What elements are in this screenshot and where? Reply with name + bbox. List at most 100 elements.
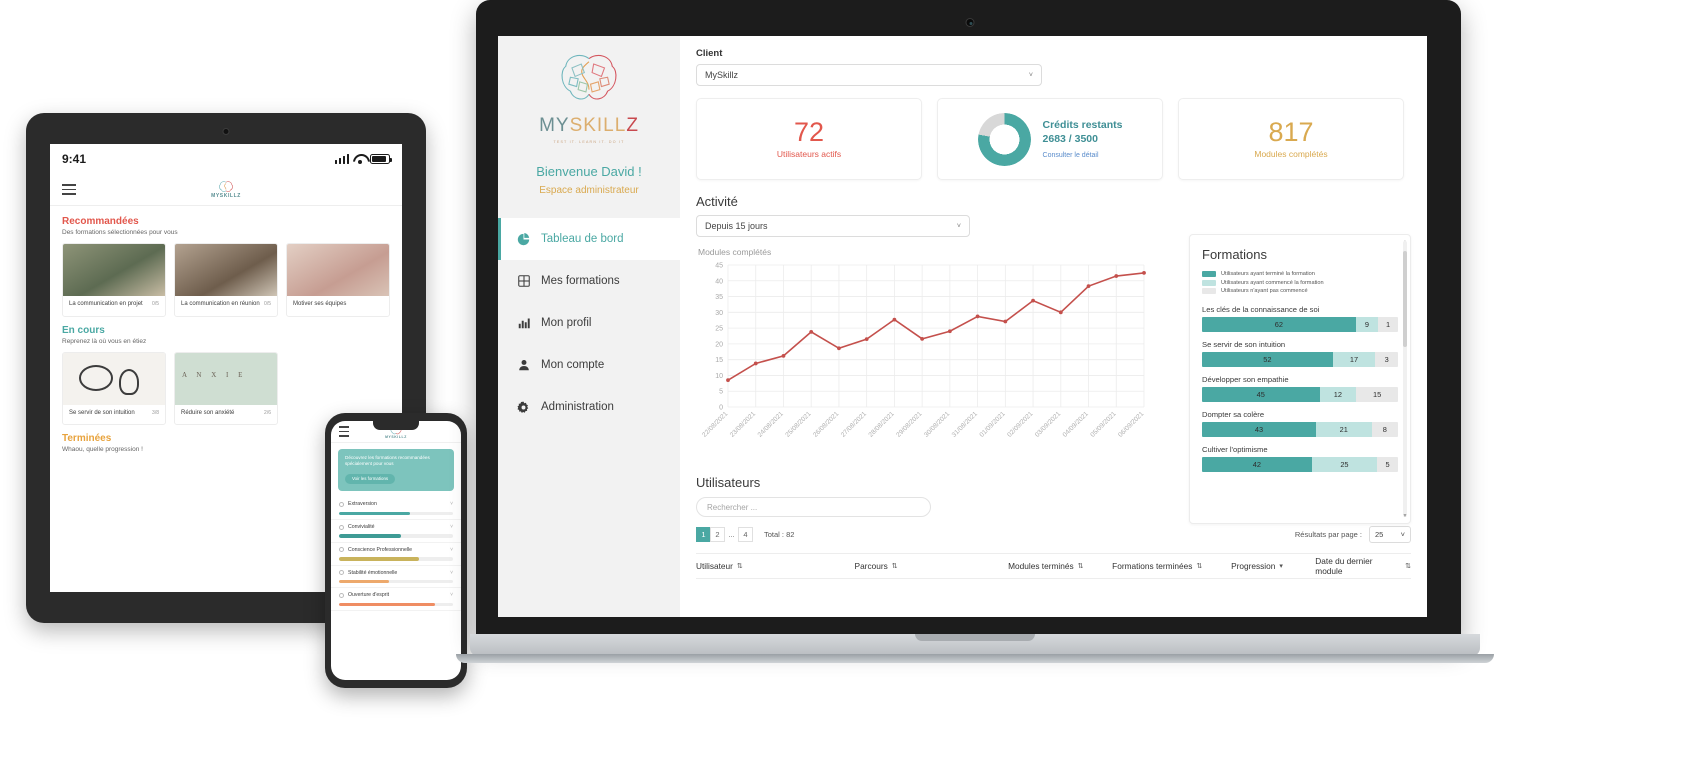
column-header-progression[interactable]: Progression ▾ [1231, 561, 1315, 571]
sort-icon: ⇅ [1196, 563, 1203, 570]
course-progress: 2/6 [264, 409, 271, 416]
course-thumbnail [63, 352, 165, 405]
course-name: Se servir de son intuition [69, 409, 135, 416]
sidebar-item-label: Mon compte [541, 359, 605, 371]
trait-label: Ouverture d'esprit [348, 592, 390, 599]
svg-text:25/08/2021: 25/08/2021 [784, 410, 813, 439]
chevron-down-icon[interactable]: ˅ [450, 524, 453, 530]
segment-finished: 62 [1202, 317, 1356, 332]
sidebar-logo: MYSKILLZ TEST IT. LEARN IT. DO IT [498, 36, 680, 150]
sidebar-item-mon-profil[interactable]: Mon profil [498, 302, 680, 344]
legend-item: Utilisateurs ayant terminé la formation [1202, 271, 1398, 277]
svg-text:28/08/2021: 28/08/2021 [868, 410, 897, 439]
total-count-label: Total : 82 [764, 530, 795, 539]
svg-text:30: 30 [715, 310, 723, 317]
column-header-date-dernier-module[interactable]: Date du dernier module ⇅ [1315, 556, 1411, 576]
sidebar-item-administration[interactable]: Administration [498, 386, 680, 428]
banner-text: Découvrez les formations recommandées sp… [345, 455, 430, 467]
course-meta: La communication en réunion 0/5 [175, 296, 277, 316]
trait-row[interactable]: Stabilité émotionnelle ˅ [331, 566, 461, 589]
course-card[interactable]: Réduire son anxiété 2/6 [174, 351, 278, 425]
trait-row[interactable]: Conscience Professionnelle ˅ [331, 543, 461, 566]
sidebar-item-label: Mes formations [541, 275, 620, 287]
svg-text:29/08/2021: 29/08/2021 [895, 410, 924, 439]
legend-item: Utilisateurs n'ayant pas commencé [1202, 288, 1398, 294]
course-progress: 0/5 [152, 301, 159, 307]
activity-heading: Activité [696, 194, 738, 209]
brand-wordmark: MYSKILLZ [539, 115, 639, 136]
svg-text:02/09/2021: 02/09/2021 [1006, 410, 1035, 439]
phone-screen: MYSKILLZ Découvrez les formations recomm… [331, 421, 461, 680]
welcome-message: Bienvenue David ! [536, 164, 642, 179]
formation-name: Dompter sa colère [1202, 410, 1265, 419]
scroll-down-icon[interactable]: ▼ [1403, 513, 1408, 519]
segment-started: 21 [1315, 422, 1372, 437]
column-header-formations-terminees[interactable]: Formations terminées ⇅ [1112, 561, 1231, 571]
trait-row[interactable]: Ouverture d'esprit ˅ [331, 588, 461, 612]
phone-device: MYSKILLZ Découvrez les formations recomm… [325, 413, 467, 688]
chevron-down-icon[interactable]: ˅ [450, 547, 453, 553]
segment-finished: 45 [1202, 387, 1320, 402]
battery-icon [370, 154, 392, 164]
column-label: Progression [1231, 561, 1276, 571]
legend-label: Utilisateurs n'ayant pas commencé [1221, 288, 1308, 294]
sidebar-item-mes-formations[interactable]: Mes formations [498, 260, 680, 302]
trait-row[interactable]: Extraversion ˅ [331, 497, 461, 521]
formation-row: Se servir de son intuition 52 17 3 [1202, 340, 1398, 367]
trait-dot-icon [339, 592, 344, 598]
chevron-down-icon[interactable]: ˅ [450, 570, 453, 576]
column-header-modules-termines[interactable]: Modules terminés ⇅ [1008, 561, 1112, 571]
segment-finished: 52 [1202, 352, 1333, 367]
sidebar-item-tableau-de-bord[interactable]: Tableau de bord [498, 218, 680, 260]
column-label: Modules terminés [1008, 561, 1074, 571]
column-header-utilisateur[interactable]: Utilisateur ⇅ [696, 561, 855, 571]
scrollbar-thumb[interactable] [1403, 251, 1407, 347]
course-thumbnail [63, 244, 165, 296]
chevron-down-icon[interactable]: ˅ [450, 501, 453, 507]
legend-label: Utilisateurs ayant terminé la formation [1221, 271, 1315, 277]
trait-label: Extraversion [348, 501, 377, 508]
formation-name: Développer son empathie [1202, 375, 1289, 384]
client-select[interactable]: MySkillz ˅ [696, 64, 1042, 86]
formation-stacked-bar: 42 25 5 [1202, 457, 1398, 472]
tablet-navbar: MYSKILLZ [50, 174, 402, 206]
course-card[interactable]: La communication en projet 0/5 [62, 243, 166, 317]
results-per-page-select[interactable]: 25 ˅ [1369, 526, 1411, 543]
laptop-base-shadow [456, 654, 1494, 663]
trait-header: Ouverture d'esprit ˅ [339, 592, 453, 598]
page-button-4[interactable]: 4 [738, 527, 753, 542]
sidebar-item-mon-compte[interactable]: Mon compte [498, 344, 680, 386]
segment-finished: 43 [1202, 422, 1316, 437]
formations-scrollbar[interactable] [1403, 241, 1407, 517]
segment-started: 12 [1319, 387, 1357, 402]
brain-logo-icon [219, 181, 233, 192]
legend-swatch [1202, 288, 1216, 294]
page-button-2[interactable]: 2 [710, 527, 725, 542]
menu-icon[interactable] [339, 423, 349, 439]
course-thumbnail [175, 244, 277, 296]
wifi-icon [353, 154, 366, 164]
sort-icon: ⇅ [736, 563, 743, 570]
period-select[interactable]: Depuis 15 jours ˅ [696, 215, 970, 237]
legend-swatch [1202, 271, 1216, 277]
course-progress: 3/8 [152, 409, 159, 416]
view-formations-button[interactable]: Voir les formations [345, 473, 396, 484]
course-card[interactable]: Se servir de son intuition 3/8 [62, 351, 166, 425]
course-card[interactable]: La communication en réunion 0/5 [174, 243, 278, 317]
credits-detail-link[interactable]: Consulter le détail [1043, 152, 1123, 159]
svg-text:01/09/2021: 01/09/2021 [978, 410, 1007, 439]
formations-title: Formations [1202, 247, 1268, 262]
chevron-down-icon[interactable]: ˅ [450, 592, 453, 598]
pie-chart-icon [516, 232, 531, 247]
trait-dot-icon [339, 524, 344, 530]
search-input[interactable]: Rechercher ... [696, 497, 931, 517]
trait-row[interactable]: Convivialité ˅ [331, 520, 461, 543]
menu-icon[interactable] [62, 181, 76, 197]
course-name: Motiver ses équipes [293, 301, 347, 307]
dashboard-app: MYSKILLZ TEST IT. LEARN IT. DO IT Bienve… [498, 36, 1427, 617]
course-card[interactable]: Motiver ses équipes [286, 243, 390, 317]
page-button-1[interactable]: 1 [696, 527, 711, 542]
column-header-parcours[interactable]: Parcours ⇅ [855, 561, 1009, 571]
kpi-active-users: 72 Utilisateurs actifs [696, 98, 922, 180]
